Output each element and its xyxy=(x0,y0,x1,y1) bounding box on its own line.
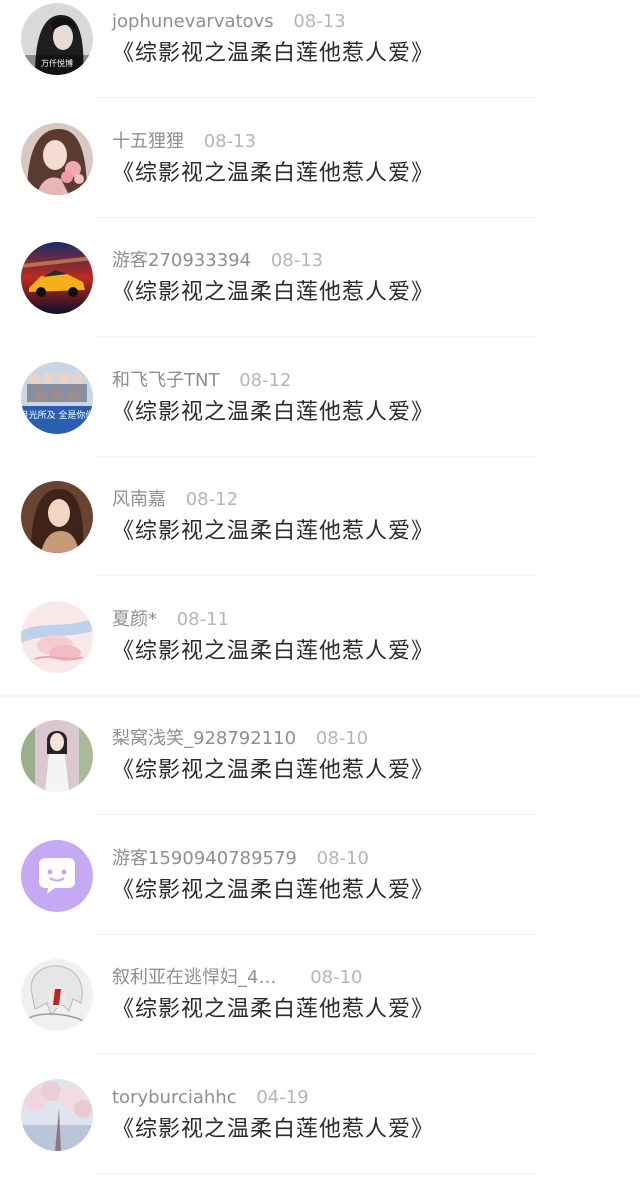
comment-text: 《综影视之温柔白莲他惹人爱》 xyxy=(112,997,435,1022)
chat-bubble-icon xyxy=(21,839,93,912)
comment-list: 万仟悦博 jophunevarvatovs 08-13 《综影视之温柔白莲他惹人… xyxy=(0,0,640,1184)
divider xyxy=(96,455,536,457)
comment-item[interactable]: toryburciahhc 04-19 《综影视之温柔白莲他惹人爱》 xyxy=(0,1076,640,1184)
avatar-girl-dark-icon: 万仟悦博 xyxy=(21,3,93,75)
avatar[interactable] xyxy=(21,481,93,553)
divider xyxy=(96,336,536,337)
comment-meta: 十五狸狸 08-13 xyxy=(112,130,256,154)
comment-meta: 叙利亚在逃悍妇_4… 08-10 xyxy=(112,966,363,990)
divider xyxy=(96,933,536,935)
comment-text: 《综影视之温柔白莲他惹人爱》 xyxy=(112,160,435,186)
comment-date: 08-10 xyxy=(315,728,369,749)
avatar-caption: 万仟悦博 xyxy=(41,58,73,68)
avatar[interactable] xyxy=(21,839,93,912)
username[interactable]: jophunevarvatovs xyxy=(112,11,274,32)
comment-item[interactable]: 游客270933394 08-13 《综影视之温柔白莲他惹人爱》 xyxy=(0,239,640,359)
comment-date: 08-10 xyxy=(310,967,363,988)
comment-text: 《综影视之温柔白莲他惹人爱》 xyxy=(112,280,435,305)
username[interactable]: 和飞飞子TNT xyxy=(112,370,219,391)
comment-text: 《综影视之温柔白莲他惹人爱》 xyxy=(112,877,435,903)
comment-item[interactable]: 万仟悦博 jophunevarvatovs 08-13 《综影视之温柔白莲他惹人… xyxy=(0,0,640,120)
comment-date: 08-10 xyxy=(316,847,369,869)
divider xyxy=(96,814,536,815)
avatar[interactable] xyxy=(21,600,93,673)
avatar[interactable] xyxy=(21,720,93,792)
comment-date: 08-11 xyxy=(176,608,230,630)
comment-date: 08-13 xyxy=(293,11,346,32)
avatar-caption: 目光所及 全是你们 xyxy=(21,409,93,421)
username[interactable]: 游客270933394 xyxy=(112,250,251,271)
comment-item[interactable]: 梨窝浅笑_928792110 08-10 《综影视之温柔白莲他惹人爱》 xyxy=(0,717,640,837)
avatar[interactable]: 目光所及 全是你们 xyxy=(21,361,93,434)
divider xyxy=(96,1053,536,1054)
comment-meta: 游客1590940789579 08-10 xyxy=(112,847,369,871)
avatar-car-icon xyxy=(21,242,93,314)
comment-item[interactable]: 叙利亚在逃悍妇_4… 08-10 《综影视之温柔白莲他惹人爱》 xyxy=(0,956,640,1076)
avatar-girl-warm-icon xyxy=(21,481,93,553)
avatar[interactable] xyxy=(21,959,93,1031)
comment-meta: 游客270933394 08-13 xyxy=(112,249,323,273)
comment-meta: 和飞飞子TNT 08-12 xyxy=(112,369,292,393)
comment-item[interactable]: 夏颜* 08-11 《综影视之温柔白莲他惹人爱》 xyxy=(0,598,640,718)
comment-meta: 风南嘉 08-12 xyxy=(112,488,238,512)
username[interactable]: 十五狸狸 xyxy=(112,131,184,152)
username[interactable]: 风南嘉 xyxy=(112,489,166,510)
username[interactable]: 梨窝浅笑_928792110 xyxy=(112,728,296,749)
username[interactable]: toryburciahhc xyxy=(112,1087,237,1108)
comment-meta: 夏颜* 08-11 xyxy=(112,608,229,632)
comment-item[interactable]: 游客1590940789579 08-10 《综影视之温柔白莲他惹人爱》 xyxy=(0,837,640,957)
comment-item[interactable]: 十五狸狸 08-13 《综影视之温柔白莲他惹人爱》 xyxy=(0,120,640,240)
comment-meta: 梨窝浅笑_928792110 08-10 xyxy=(112,727,368,751)
avatar-girl-flowers-icon xyxy=(21,122,93,195)
avatar-girl-white-icon xyxy=(21,720,93,792)
comment-date: 08-12 xyxy=(239,369,292,391)
comment-date: 08-13 xyxy=(270,250,324,271)
avatar[interactable] xyxy=(21,1078,93,1151)
avatar[interactable] xyxy=(21,242,93,314)
comment-text: 《综影视之温柔白莲他惹人爱》 xyxy=(112,399,435,425)
avatar-blossom-icon xyxy=(21,1078,93,1151)
comment-text: 《综影视之温柔白莲他惹人爱》 xyxy=(112,758,435,783)
comment-item[interactable]: 目光所及 全是你们 和飞飞子TNT 08-12 《综影视之温柔白莲他惹人爱》 xyxy=(0,359,640,479)
section-divider xyxy=(0,695,640,697)
comment-text: 《综影视之温柔白莲他惹人爱》 xyxy=(112,1116,435,1142)
comment-date: 08-13 xyxy=(203,130,257,152)
avatar-anime-icon xyxy=(21,959,93,1031)
divider xyxy=(96,575,536,576)
comment-text: 《综影视之温柔白莲他惹人爱》 xyxy=(112,41,435,66)
avatar-hands-icon xyxy=(21,600,93,673)
comment-meta: toryburciahhc 04-19 xyxy=(112,1086,309,1110)
comment-date: 08-12 xyxy=(185,489,239,510)
comment-text: 《综影视之温柔白莲他惹人爱》 xyxy=(112,519,435,544)
avatar[interactable]: 万仟悦博 xyxy=(21,3,93,75)
comment-meta: jophunevarvatovs 08-13 xyxy=(112,10,346,34)
divider xyxy=(96,216,536,218)
avatar-group-icon: 目光所及 全是你们 xyxy=(21,361,93,434)
divider xyxy=(96,1172,536,1174)
comment-item[interactable]: 风南嘉 08-12 《综影视之温柔白莲他惹人爱》 xyxy=(0,478,640,598)
comment-text: 《综影视之温柔白莲他惹人爱》 xyxy=(112,638,435,664)
username[interactable]: 叙利亚在逃悍妇_4… xyxy=(112,967,276,988)
avatar[interactable] xyxy=(21,122,93,195)
divider xyxy=(96,97,536,98)
comment-date: 04-19 xyxy=(256,1086,309,1108)
username[interactable]: 游客1590940789579 xyxy=(112,848,297,869)
username[interactable]: 夏颜* xyxy=(112,609,157,630)
